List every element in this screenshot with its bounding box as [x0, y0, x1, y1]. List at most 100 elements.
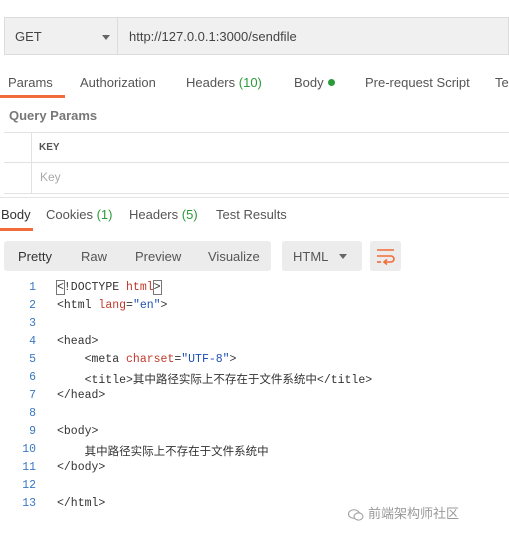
tab-label: Te — [495, 75, 509, 90]
tab-label: Params — [8, 75, 53, 90]
code-token: 其中路径实际上不存在于文件系统中 — [132, 374, 317, 387]
view-visualize-button[interactable]: Visualize — [208, 249, 260, 264]
code-text: <meta charset="UTF-8"> — [57, 353, 237, 366]
code-line: 7 </head> — [0, 389, 509, 407]
request-bar: GET http://127.0.0.1:3000/sendfile — [0, 17, 509, 55]
tab-label: Test Results — [216, 207, 287, 222]
code-text: <html lang="en"> — [57, 299, 167, 312]
tab-label: Headers — [129, 207, 179, 222]
line-number: 2 — [29, 299, 36, 312]
tab-count: (5) — [181, 207, 198, 222]
query-params-title: Query Params — [9, 108, 98, 123]
watermark: 前端架构师社区 — [348, 503, 459, 522]
code-line: 11 </body> — [0, 461, 509, 479]
method-label: GET — [15, 29, 42, 44]
watermark-text: 前端架构师社区 — [368, 506, 460, 521]
format-label: HTML — [293, 249, 329, 264]
tab-test-results[interactable]: Test Results — [216, 207, 287, 222]
code-line: 8 — [0, 407, 509, 425]
code-token: </title> — [316, 374, 373, 387]
wrap-lines-button[interactable] — [370, 241, 401, 271]
code-text: </head> — [57, 389, 105, 402]
tab-params[interactable]: Params — [8, 75, 53, 90]
code-token: <head> — [57, 335, 99, 348]
code-text: <!DOCTYPE html> — [56, 280, 162, 295]
code-token: "UTF-8" — [181, 353, 230, 366]
code-text: </html> — [57, 497, 105, 510]
divider — [4, 132, 509, 133]
tab-body[interactable]: Body — [294, 75, 335, 90]
code-text: <title>其中路径实际上不存在于文件系统中</title> — [57, 371, 373, 387]
code-token: > — [229, 353, 237, 366]
divider — [4, 193, 509, 194]
tab-cookies[interactable]: Cookies (1) — [46, 207, 112, 222]
tab-response-body[interactable]: Body — [1, 207, 31, 222]
code-line: 10 其中路径实际上不存在于文件系统中 — [0, 443, 509, 461]
view-mode-group: Pretty Raw Preview Visualize — [4, 241, 271, 271]
tab-count: (10) — [238, 75, 262, 90]
code-token: "en" — [132, 299, 161, 312]
line-number: 11 — [22, 461, 36, 474]
code-line: 9 <body> — [0, 425, 509, 443]
method-select[interactable]: GET — [4, 17, 118, 55]
code-line: 2 <html lang="en"> — [0, 299, 509, 317]
code-text: <head> — [57, 335, 98, 348]
response-tabs: Body Cookies (1) Headers (5) Test Result… — [0, 202, 509, 232]
chevron-down-icon — [339, 254, 347, 259]
code-token: html — [126, 281, 154, 294]
code-token: > — [152, 280, 162, 295]
tab-label: Pre-request Script — [365, 75, 470, 90]
code-token: <meta — [57, 353, 127, 366]
key-column-header: KEY — [39, 142, 60, 153]
code-token: <body> — [57, 425, 99, 438]
tab-authorization[interactable]: Authorization — [80, 75, 156, 90]
code-text: 其中路径实际上不存在于文件系统中 — [57, 443, 269, 459]
tab-tests[interactable]: Te — [495, 75, 509, 90]
code-token: <html — [57, 299, 99, 312]
tab-headers[interactable]: Headers (10) — [186, 75, 262, 90]
code-token: = — [126, 299, 133, 312]
code-token: charset — [126, 353, 175, 366]
line-number: 12 — [22, 479, 36, 492]
code-line: 4 <head> — [0, 335, 509, 353]
line-number: 8 — [29, 407, 36, 420]
code-token: </html> — [57, 497, 106, 510]
tab-label: Headers — [186, 75, 236, 90]
view-pretty-button[interactable]: Pretty — [18, 249, 52, 264]
divider — [0, 197, 509, 198]
tab-label: Body — [1, 207, 31, 222]
code-token: lang — [98, 299, 127, 312]
active-tab-indicator — [0, 228, 33, 231]
tab-count: (1) — [96, 207, 113, 222]
response-toolbar: Pretty Raw Preview Visualize HTML — [0, 240, 509, 272]
request-tabs: Params Authorization Headers (10) Body P… — [0, 70, 509, 98]
tab-label: Authorization — [80, 75, 156, 90]
line-number: 7 — [29, 389, 36, 402]
format-select[interactable]: HTML — [282, 241, 362, 271]
code-line: 12 — [0, 479, 509, 497]
tab-label: Body — [294, 75, 324, 90]
code-token: 其中路径实际上不存在于文件系统中 — [57, 446, 269, 459]
line-number: 9 — [29, 425, 36, 438]
dot-icon — [327, 79, 335, 87]
wechat-logo-icon — [348, 508, 364, 521]
query-params-table: KEY — [4, 132, 509, 194]
tab-pre-request-script[interactable]: Pre-request Script — [365, 75, 470, 90]
code-line: 1 <!DOCTYPE html> — [0, 280, 509, 299]
code-token: </head> — [57, 389, 106, 402]
code-token: !DOCTYPE — [63, 281, 127, 294]
code-token: <title> — [57, 374, 133, 387]
active-tab-indicator — [0, 95, 65, 98]
param-key-input[interactable] — [32, 164, 509, 190]
line-number: 13 — [22, 497, 36, 510]
view-preview-button[interactable]: Preview — [135, 249, 181, 264]
url-text: http://127.0.0.1:3000/sendfile — [129, 29, 297, 44]
chevron-down-icon — [102, 35, 110, 40]
line-number: 10 — [22, 443, 36, 456]
divider — [4, 162, 509, 163]
tab-label: Cookies — [46, 207, 93, 222]
view-raw-button[interactable]: Raw — [81, 249, 107, 264]
code-line: 3 — [0, 317, 509, 335]
url-input[interactable]: http://127.0.0.1:3000/sendfile — [118, 17, 509, 55]
tab-response-headers[interactable]: Headers (5) — [129, 207, 198, 222]
